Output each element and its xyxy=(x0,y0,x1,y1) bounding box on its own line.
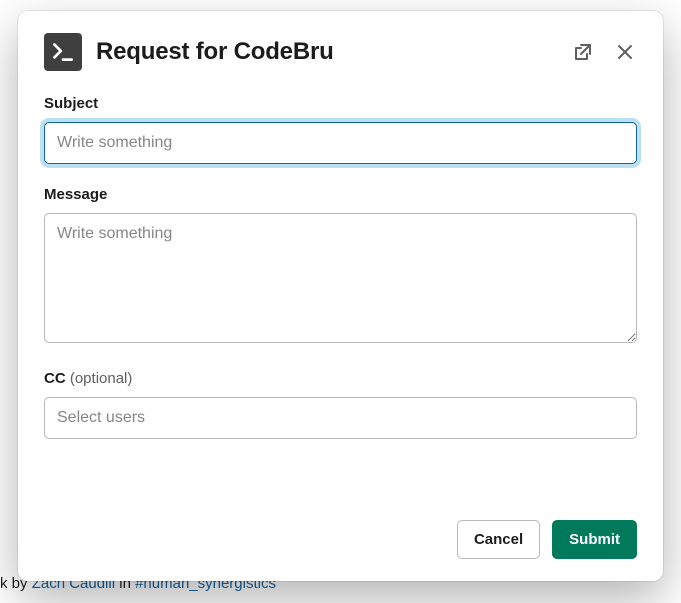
modal-footer: Cancel Submit xyxy=(44,520,637,559)
cc-label-text: CC xyxy=(44,370,66,387)
app-icon xyxy=(44,33,82,71)
cc-group: CC (optional) Select users xyxy=(44,370,637,439)
open-external-icon[interactable] xyxy=(571,40,595,64)
modal-title: Request for CodeBru xyxy=(96,38,557,66)
modal-header: Request for CodeBru xyxy=(44,33,637,71)
subject-label: Subject xyxy=(44,95,637,112)
message-input[interactable] xyxy=(44,213,637,343)
message-group: Message xyxy=(44,186,637,348)
cc-optional-text: (optional) xyxy=(70,370,133,387)
cc-label: CC (optional) xyxy=(44,370,637,387)
cancel-button[interactable]: Cancel xyxy=(457,520,540,559)
subject-input[interactable] xyxy=(44,122,637,164)
cc-select[interactable]: Select users xyxy=(44,397,637,439)
submit-button[interactable]: Submit xyxy=(552,520,637,559)
header-actions xyxy=(571,40,637,64)
subject-group: Subject xyxy=(44,95,637,164)
message-label: Message xyxy=(44,186,637,203)
modal-body: Subject Message CC (optional) Select use… xyxy=(44,95,637,520)
close-icon[interactable] xyxy=(613,40,637,64)
request-modal: Request for CodeBru Subject Message xyxy=(18,11,663,581)
